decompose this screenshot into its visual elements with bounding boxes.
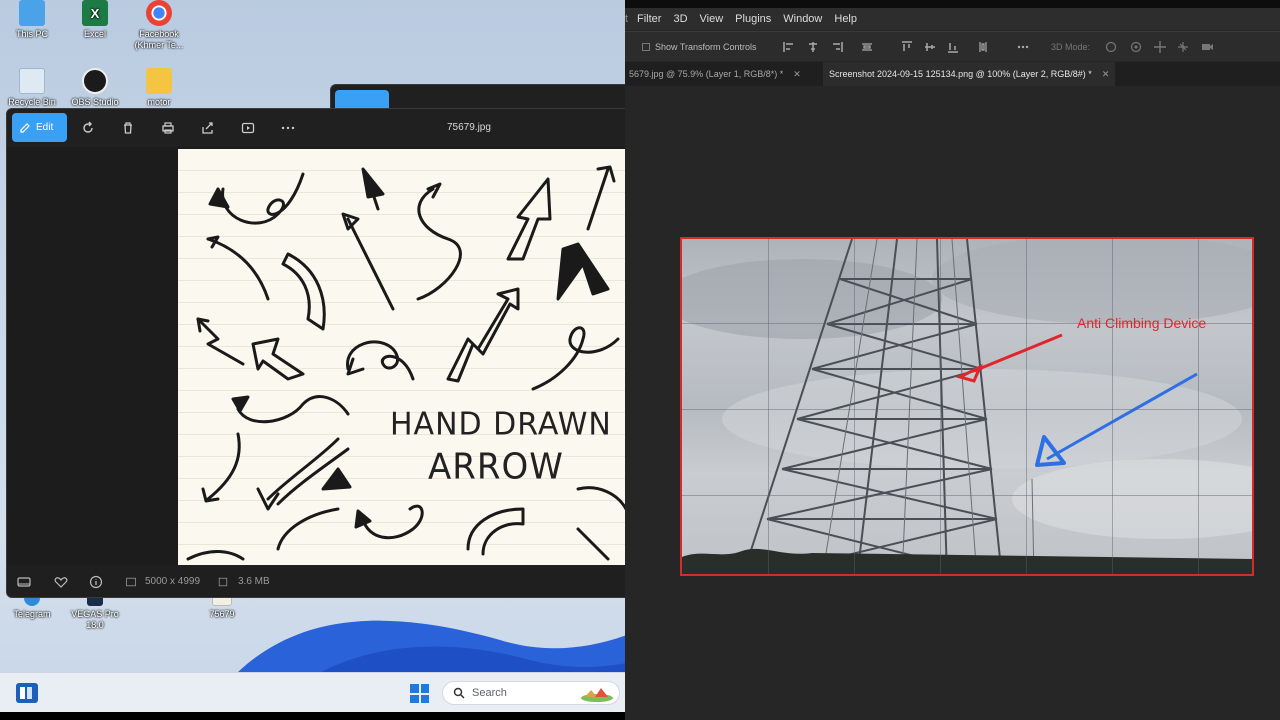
more-icon[interactable] xyxy=(280,120,296,136)
desktop-icon-facebook[interactable]: Facebook (Khmer Te... xyxy=(127,0,191,51)
desktop-icon-label: This PC xyxy=(15,29,48,39)
desktop-icon-label: VEGAS Pro 18.0 xyxy=(71,609,119,630)
menu-3d[interactable]: 3D xyxy=(667,13,693,25)
slideshow-icon[interactable] xyxy=(240,120,256,136)
info-icon[interactable] xyxy=(88,574,104,590)
desktop-icon-this-pc[interactable]: This PC xyxy=(0,0,64,40)
taskbar-search-box[interactable]: Search xyxy=(442,681,620,705)
desktop-icon-excel[interactable]: X Excel xyxy=(63,0,127,40)
photoshop-window: t Filter 3D View Plugins Window Help Sho… xyxy=(625,0,1280,720)
image-size-icon xyxy=(126,577,136,587)
3d-camera-icon[interactable] xyxy=(1200,40,1214,54)
grid-line xyxy=(1198,239,1199,574)
image-title-line2: ARROW xyxy=(428,446,564,488)
windows-start-icon[interactable] xyxy=(410,684,429,703)
close-icon[interactable]: ✕ xyxy=(1102,69,1110,79)
show-transform-controls-checkbox[interactable] xyxy=(642,43,650,51)
close-icon[interactable]: ✕ xyxy=(793,69,801,79)
document-tabs: 5679.jpg @ 75.9% (Layer 1, RGB/8*) * ✕ Sc… xyxy=(625,62,1280,86)
excel-icon: X xyxy=(82,0,108,26)
hand-drawn-arrows-image: HAND DRAWN ARROW xyxy=(178,149,625,565)
viewer-status-bar: 5000 x 4999 3.6 MB xyxy=(7,565,625,597)
distribute-vertical-icon[interactable] xyxy=(976,40,990,54)
3d-orbit-icon[interactable] xyxy=(1104,40,1118,54)
recycle-bin-icon xyxy=(19,68,45,94)
menu-plugins[interactable]: Plugins xyxy=(729,13,777,25)
desktop-icon-label: OBS Studio xyxy=(71,97,119,107)
image-title-line1: HAND DRAWN xyxy=(390,406,612,443)
chrome-icon xyxy=(146,0,172,26)
distribute-icon[interactable] xyxy=(860,40,874,54)
grid-line xyxy=(768,239,769,574)
grid-line xyxy=(940,239,941,574)
more-options-icon[interactable] xyxy=(1016,40,1030,54)
filmstrip-icon[interactable] xyxy=(16,574,32,590)
desktop-icon-motor[interactable]: motor xyxy=(127,68,191,108)
menu-filter[interactable]: Filter xyxy=(631,13,667,25)
document-canvas[interactable]: Anti Climbing Device xyxy=(680,237,1254,576)
photoshop-title-strip xyxy=(625,0,1280,8)
widgets-icon[interactable] xyxy=(16,683,38,703)
grid-line xyxy=(682,409,1252,410)
desktop-icon-label: Telegram xyxy=(13,609,51,619)
menu-window[interactable]: Window xyxy=(777,13,828,25)
align-top-icon[interactable] xyxy=(900,40,914,54)
desktop-icon-label: Recycle Bin xyxy=(8,97,56,107)
rotate-icon[interactable] xyxy=(80,120,96,136)
folder-icon xyxy=(146,68,172,94)
viewer-toolbar: Edit 75679.jpg xyxy=(7,109,625,147)
photos-viewer-window[interactable]: Edit 75679.jpg HAND DRAWN ARROW 5000 x 4… xyxy=(6,108,625,598)
menu-help[interactable]: Help xyxy=(828,13,863,25)
3d-pan-icon[interactable] xyxy=(1153,40,1167,54)
tab-75679[interactable]: 5679.jpg @ 75.9% (Layer 1, RGB/8*) * ✕ xyxy=(625,62,807,86)
desktop-icon-obs[interactable]: OBS Studio xyxy=(63,68,127,108)
menu-view[interactable]: View xyxy=(694,13,730,25)
viewer-file-title: 75679.jpg xyxy=(447,122,491,133)
file-size-icon xyxy=(218,577,228,587)
image-file-size: 3.6 MB xyxy=(238,576,270,587)
share-icon[interactable] xyxy=(200,120,216,136)
desktop-icon-label: Excel xyxy=(83,29,106,39)
monitor-icon xyxy=(19,0,45,26)
tab-screenshot[interactable]: Screenshot 2024-09-15 125134.png @ 100% … xyxy=(823,62,1116,86)
annotation-anti-climbing-device: Anti Climbing Device xyxy=(1077,315,1207,331)
grid-line xyxy=(854,239,855,574)
arrow-doodles xyxy=(186,165,625,561)
3d-roll-icon[interactable] xyxy=(1129,40,1143,54)
align-left-icon[interactable] xyxy=(782,40,796,54)
search-icon xyxy=(453,687,465,699)
tab-label: 5679.jpg @ 75.9% (Layer 1, RGB/8*) * xyxy=(629,69,784,79)
edit-icon xyxy=(20,122,30,133)
search-placeholder: Search xyxy=(472,687,507,699)
edit-label: Edit xyxy=(36,122,54,133)
edit-button[interactable]: Edit xyxy=(12,113,67,142)
photoshop-menu-bar: t Filter 3D View Plugins Window Help xyxy=(625,8,1280,30)
align-right-icon[interactable] xyxy=(830,40,844,54)
desktop-icon-label: Facebook (Khmer Te... xyxy=(134,29,184,50)
desktop-icon-recycle-bin[interactable]: Recycle Bin xyxy=(0,68,64,108)
align-center-icon[interactable] xyxy=(806,40,820,54)
print-icon[interactable] xyxy=(160,120,176,136)
delete-icon[interactable] xyxy=(120,120,136,136)
align-bottom-icon[interactable] xyxy=(946,40,960,54)
windows-desktop: This PC X Excel Facebook (Khmer Te... Re… xyxy=(0,0,625,712)
tab-label: Screenshot 2024-09-15 125134.png @ 100% … xyxy=(829,69,1092,79)
show-transform-controls-label: Show Transform Controls xyxy=(655,42,757,52)
heart-icon[interactable] xyxy=(53,574,69,590)
3d-slide-icon[interactable] xyxy=(1176,40,1190,54)
taskbar: Search xyxy=(0,672,625,712)
desktop-icon-label: motor xyxy=(147,97,171,107)
desktop-icon-label: 75679 xyxy=(209,609,235,619)
3d-mode-label: 3D Mode: xyxy=(1051,42,1091,52)
grid-line xyxy=(1112,239,1113,574)
obs-icon xyxy=(82,68,108,94)
left-bottom-border xyxy=(0,712,625,720)
search-highlight-icon xyxy=(581,688,613,702)
image-dimensions: 5000 x 4999 xyxy=(145,576,201,587)
grid-line xyxy=(1026,239,1027,574)
align-middle-icon[interactable] xyxy=(923,40,937,54)
grid-line xyxy=(682,495,1252,496)
photoshop-options-bar: Show Transform Controls 3D Mode: xyxy=(625,31,1280,61)
